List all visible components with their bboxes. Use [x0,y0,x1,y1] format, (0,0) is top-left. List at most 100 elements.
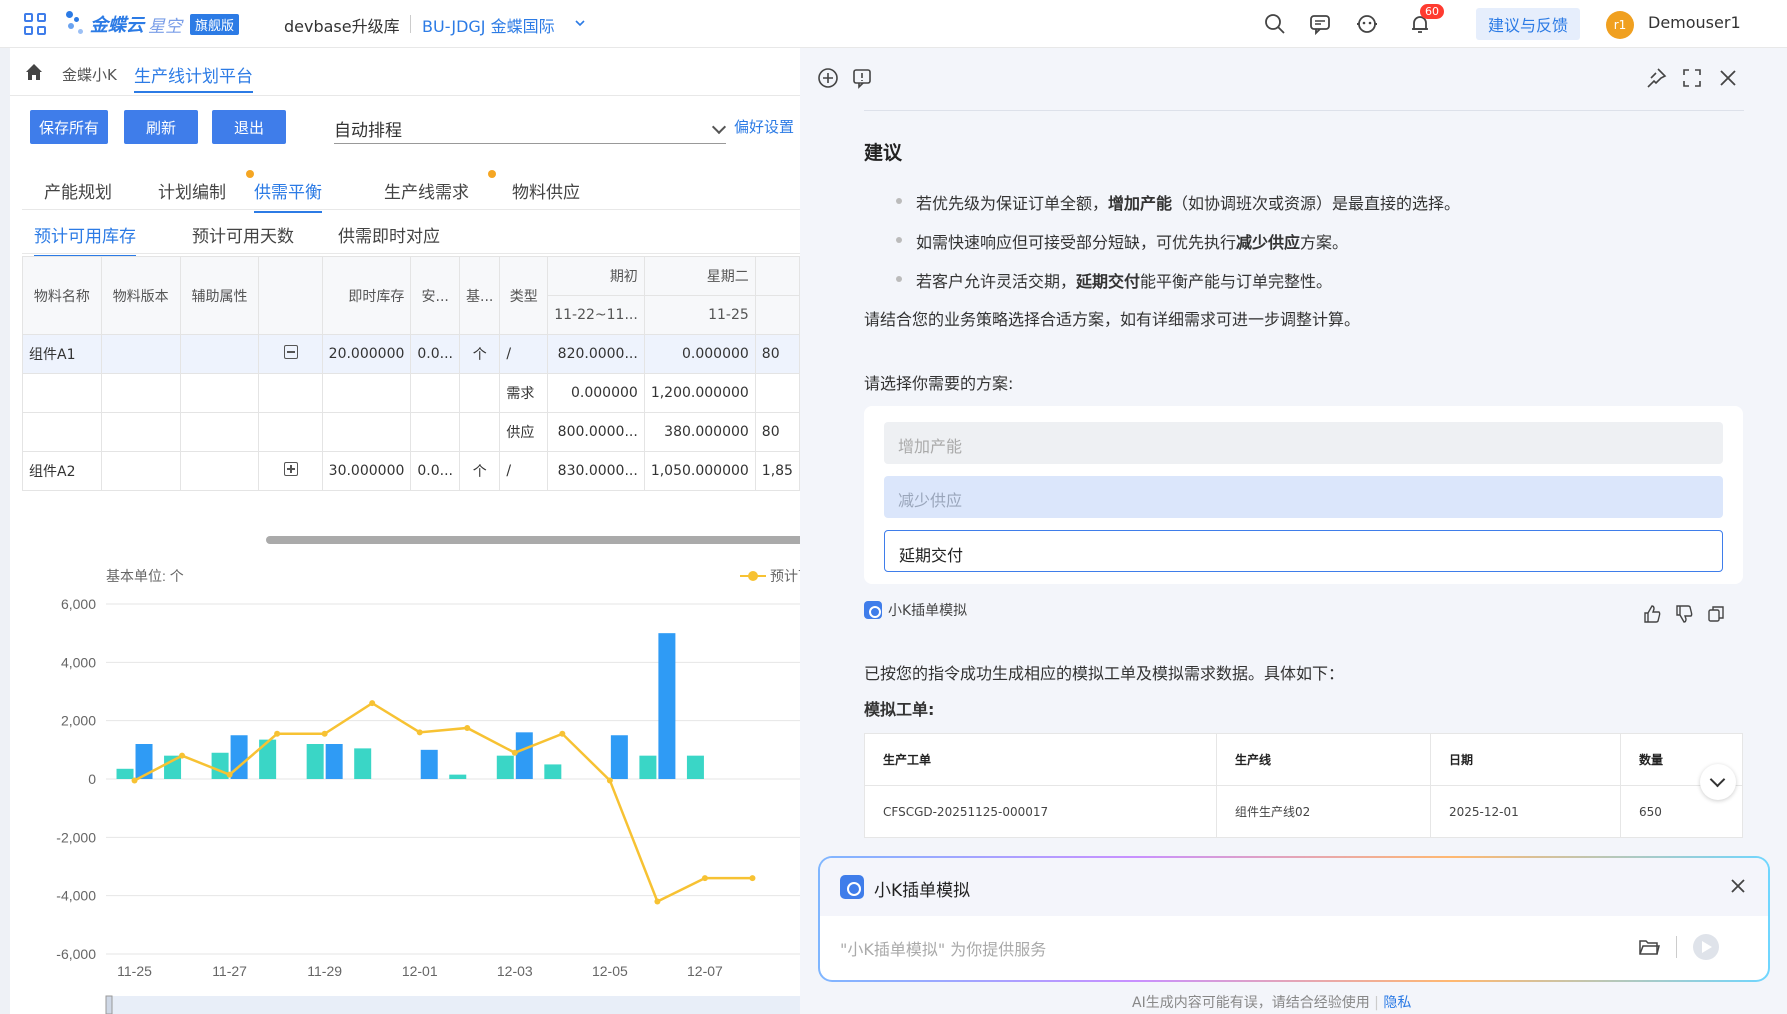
horizontal-scrollbar[interactable] [266,536,800,544]
history-icon[interactable] [850,66,874,90]
org-selector[interactable]: BU-JDGJ 金蝶国际 [422,13,555,37]
save-all-button[interactable]: 保存所有 [30,110,108,144]
subtab-projected-days[interactable]: 预计可用天数 [192,222,294,247]
notification-count-badge: 60 [1420,4,1444,19]
cell: 1,85 [754,451,800,491]
x-tick-label: 11-29 [307,963,342,979]
schedule-select[interactable]: 自动排程 [334,112,727,144]
chart-bar [610,735,628,779]
col-header[interactable]: 期初 [547,256,645,296]
legend-label[interactable]: 预计可 [770,568,800,584]
exit-button[interactable]: 退出 [212,110,286,144]
send-icon[interactable] [1692,933,1720,961]
chart-bar [164,755,182,779]
y-tick-label: -2,000 [56,829,96,845]
tab-plan-compilation[interactable]: 计划编制 [158,178,226,203]
logo[interactable]: 金蝶云 星空 旗舰版 [64,6,240,42]
col-header: 日期 [1430,733,1621,786]
subtab-projected-stock[interactable]: 预计可用库存 [34,222,136,257]
feedback-button[interactable]: 建议与反馈 [1476,8,1580,40]
y-tick-label: 2,000 [61,713,96,729]
chart-point [179,752,186,759]
y-tick-label: 4,000 [61,654,96,670]
thumbs-down-icon[interactable] [1674,604,1694,624]
close-icon[interactable] [1728,876,1748,896]
zoom-handle[interactable] [105,995,113,1014]
expand-row-icon[interactable] [283,462,298,476]
projected-stock-chart: 基本单位: 个 预计可 6,000 4,000 2,000 0 -2,000 -4,000… [56,568,800,1014]
cell: 需求 [499,373,549,413]
cell: 80 [754,334,800,374]
breadcrumb-item-assistant[interactable]: 金蝶小K [62,64,117,85]
folder-icon[interactable] [1638,936,1660,958]
col-header[interactable]: 辅助属性 [179,256,260,335]
top-bar: 金蝶云 星空 旗舰版 devbase升级库 BU-JDGJ 金蝶国际 60 建议… [0,0,1787,48]
suggestion-item: 若优先级为保证订单全额，增加产能（如协调班次或资源）是最直接的选择。 [895,190,1460,214]
avatar[interactable]: r1 [1606,11,1634,39]
close-icon[interactable] [1716,66,1740,90]
chart-zoom-slider[interactable] [106,996,800,1014]
collapse-row-icon[interactable] [283,345,298,359]
database-name[interactable]: devbase升级库 [284,13,400,37]
expand-icon[interactable] [1680,66,1704,90]
col-header: 11-22~11... [547,295,645,335]
planning-workspace: 金蝶小K 生产线计划平台 保存所有 刷新 退出 自动排程 偏好设置 产能规划 计… [10,48,800,1014]
tab-capacity-planning[interactable]: 产能规划 [44,178,112,203]
app-grid-icon[interactable] [24,13,46,35]
option-reduce-supply[interactable]: 减少供应 [884,476,1723,518]
col-header[interactable]: 基... [459,256,501,335]
plugin-icon [864,601,882,619]
col-header[interactable]: 物料名称 [22,256,102,335]
breadcrumb: 金蝶小K 生产线计划平台 [10,48,800,96]
cell: 0.000000 [643,334,756,374]
message-icon[interactable] [1308,12,1332,36]
col-header[interactable]: 物料版本 [100,256,181,335]
col-header[interactable]: 安... [410,256,461,335]
suggestion-item: 如需快速响应但可接受部分短缺，可优先执行减少供应方案。 [895,229,1348,253]
table-row[interactable]: 需求 0.000000 1,200.000000 [22,373,800,413]
pin-icon[interactable] [1644,66,1668,90]
refresh-button[interactable]: 刷新 [124,110,198,144]
chart-bar [420,749,438,779]
copy-icon[interactable] [1706,604,1726,624]
legend-dot-swatch [748,571,758,581]
panel-header [800,48,1787,108]
chart-point [274,730,281,737]
subtab-instant-match[interactable]: 供需即时对应 [338,222,440,247]
col-header[interactable]: 类型 [499,256,549,335]
suggestion-heading: 建议 [864,142,903,164]
tab-line-demand[interactable]: 生产线需求 [384,178,469,203]
option-increase-capacity[interactable]: 增加产能 [884,422,1723,464]
chat-input-card: 小K插单模拟 "小K插单模拟" 为你提供服务 [818,856,1770,982]
table-row[interactable]: 组件A2 30.000000 0.0... 个 / 830.0000... 1,… [22,451,800,491]
chevron-down-icon[interactable] [574,17,586,29]
logo-name: 金蝶云 [90,15,144,36]
chart-point [416,729,423,736]
chart-point [226,771,233,778]
scroll-down-button[interactable] [1700,764,1736,800]
option-delay-delivery[interactable]: 延期交付 [884,530,1723,572]
preferences-link[interactable]: 偏好设置 [734,116,794,137]
col-header[interactable]: 即时库存 [321,256,412,335]
home-icon[interactable] [24,62,44,82]
thumbs-up-icon[interactable] [1642,604,1662,624]
table-row[interactable]: CFSCGD-20251125-000017 组件生产线02 2025-12-0… [864,785,1743,838]
tab-material-supply[interactable]: 物料供应 [512,178,580,203]
search-icon[interactable] [1263,12,1287,36]
table-row[interactable]: 供应 800.0000... 380.000000 80 [22,412,800,452]
privacy-link[interactable]: 隐私 [1383,995,1411,1011]
y-tick-label: 0 [88,771,96,787]
col-header: 生产线 [1216,733,1431,786]
assistant-robot-icon[interactable] [1355,12,1379,36]
table-row[interactable]: 组件A1 20.000000 0.0... 个 / 820.0000... 0.… [22,334,800,374]
breadcrumb-item-platform[interactable]: 生产线计划平台 [134,62,253,93]
username[interactable]: Demouser1 [1648,13,1741,32]
tab-supply-demand-balance[interactable]: 供需平衡 [254,178,322,213]
chat-input[interactable]: "小K插单模拟" 为你提供服务 [840,936,1046,960]
col-header [754,295,800,335]
suggestion-closing: 请结合您的业务策略选择合适方案，如有详细需求可进一步调整计算。 [864,310,1361,329]
chart-bar [515,732,533,779]
col-header [258,256,323,335]
new-chat-icon[interactable] [816,66,840,90]
col-header[interactable]: 星期二 [643,256,756,296]
